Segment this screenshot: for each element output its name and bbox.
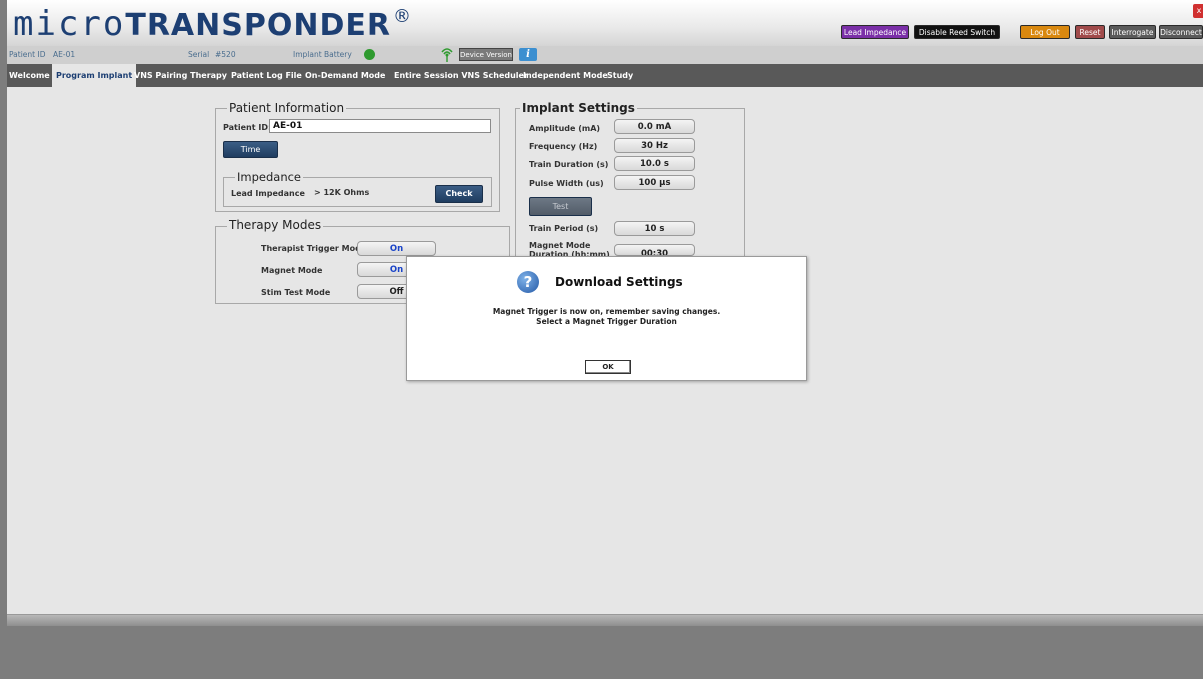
dialog-title: Download Settings [555, 275, 683, 289]
pulse-width-value[interactable]: 100 µs [614, 175, 695, 190]
logo-transponder-text: TRANSPONDER [125, 8, 391, 43]
test-button[interactable]: Test [529, 197, 592, 216]
patient-id-label: Patient ID [9, 50, 46, 59]
tab-program-implant[interactable]: Program Implant [52, 64, 137, 87]
logo-micro-text: micro [13, 4, 126, 44]
therapist-trigger-mode-toggle[interactable]: On [357, 241, 436, 256]
train-duration-label: Train Duration (s) [529, 160, 609, 169]
tab-vns-pairing-therapy[interactable]: VNS Pairing Therapy [134, 64, 227, 87]
tab-patient-log-file[interactable]: Patient Log File [231, 64, 302, 87]
therapy-modes-legend: Therapy Modes [227, 218, 324, 232]
implant-settings-legend: Implant Settings [520, 101, 637, 115]
lead-impedance-value: > 12K Ohms [314, 188, 370, 197]
patient-info-bar: Patient ID AE-01 Serial #520 Implant Bat… [7, 46, 1203, 64]
tab-independent-mode[interactable]: Independent Mode [523, 64, 608, 87]
registered-mark: ® [392, 6, 411, 27]
dialog-message-line2: Select a Magnet Trigger Duration [536, 317, 677, 326]
lead-impedance-label: Lead Impedance [231, 189, 305, 198]
implant-battery-label: Implant Battery [293, 50, 352, 59]
ok-button[interactable]: OK [585, 360, 631, 374]
serial-label: Serial [188, 50, 210, 59]
interrogate-button[interactable]: Interrogate [1109, 25, 1156, 39]
pulse-width-label: Pulse Width (us) [529, 179, 604, 188]
amplitude-value[interactable]: 0.0 mA [614, 119, 695, 134]
disable-reed-switch-button[interactable]: Disable Reed Switch [914, 25, 1000, 39]
disconnect-button[interactable]: Disconnect [1159, 25, 1203, 39]
antenna-icon [441, 48, 453, 62]
time-button[interactable]: Time [223, 141, 278, 158]
battery-status-icon [364, 49, 375, 60]
close-icon[interactable]: x [1193, 4, 1203, 18]
serial-value: #520 [215, 50, 236, 59]
train-period-value[interactable]: 10 s [614, 221, 695, 236]
patient-id-value: AE-01 [53, 50, 76, 59]
bottom-panel [7, 626, 1203, 679]
dialog-message-line1: Magnet Trigger is now on, remember savin… [492, 307, 721, 316]
app-window: microTRANSPONDER ® Lead Impedance Disable… [7, 0, 1203, 679]
therapist-trigger-mode-label: Therapist Trigger Mode [261, 244, 367, 253]
question-icon: ? [517, 271, 539, 293]
tab-on-demand-mode[interactable]: On-Demand Mode [305, 64, 385, 87]
frequency-label: Frequency (Hz) [529, 142, 598, 151]
magnet-mode-duration-value[interactable]: 00:30 [614, 244, 695, 256]
frequency-value[interactable]: 30 Hz [614, 138, 695, 153]
patient-information-legend: Patient Information [227, 101, 347, 115]
reset-button[interactable]: Reset [1075, 25, 1105, 39]
device-version-button[interactable]: Device Version [459, 48, 513, 61]
train-duration-value[interactable]: 10.0 s [614, 156, 695, 171]
main-nav: Welcome Program Implant VNS Pairing Ther… [7, 64, 1203, 87]
amplitude-label: Amplitude (mA) [529, 124, 601, 133]
log-out-button[interactable]: Log Out [1020, 25, 1070, 39]
tab-entire-session-vns-scheduler[interactable]: Entire Session VNS Scheduler [394, 64, 528, 87]
info-icon[interactable]: i [519, 48, 537, 61]
train-period-label: Train Period (s) [529, 224, 599, 233]
magnet-mode-duration-label: Magnet Mode [529, 241, 591, 250]
patient-id-field-label: Patient ID: [223, 123, 272, 132]
tab-study[interactable]: Study [607, 64, 633, 87]
lead-impedance-button[interactable]: Lead Impedance [841, 25, 909, 39]
impedance-legend: Impedance [235, 170, 304, 184]
tab-welcome[interactable]: Welcome [9, 64, 50, 87]
check-impedance-button[interactable]: Check [435, 185, 483, 203]
stim-test-mode-label: Stim Test Mode [261, 288, 331, 297]
microtransponder-logo: microTRANSPONDER ® [13, 4, 411, 44]
header-bar: microTRANSPONDER ® Lead Impedance Disable… [7, 0, 1203, 46]
patient-id-input[interactable]: AE-01 [269, 119, 491, 133]
magnet-mode-label: Magnet Mode [261, 266, 323, 275]
download-settings-dialog: ? Download Settings Magnet Trigger is no… [406, 256, 807, 381]
